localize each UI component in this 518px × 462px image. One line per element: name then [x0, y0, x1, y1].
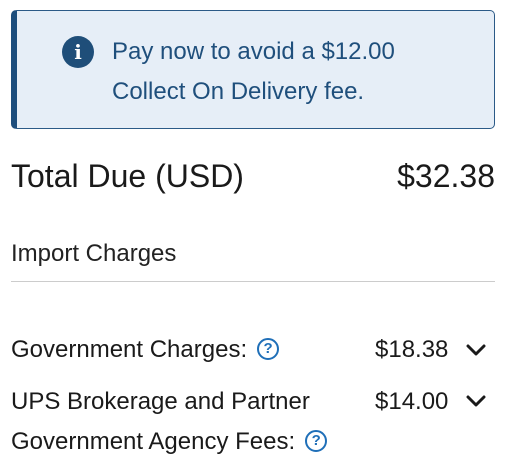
brokerage-fees-text-line-1: UPS Brokerage and Partner	[11, 388, 310, 415]
alert-line-2: Collect On Delivery fee.	[112, 78, 365, 105]
brokerage-fees-text-line-2: Government Agency Fees:	[11, 428, 296, 455]
total-due-label: Total Due (USD)	[11, 158, 244, 194]
government-charges-label: Government Charges:?	[11, 330, 280, 370]
section-divider	[11, 281, 495, 282]
government-charges-text: Government Charges:	[11, 336, 248, 363]
cod-fee-alert: i Pay now to avoid a $12.00 Collect On D…	[11, 10, 495, 129]
alert-line-1: Pay now to avoid a $12.00	[112, 38, 395, 65]
brokerage-fees-text-line-2-wrap: Government Agency Fees:?	[11, 422, 328, 462]
question-circle-icon[interactable]: ?	[257, 338, 280, 360]
info-icon: i	[62, 36, 94, 68]
brokerage-fees-amount: $14.00	[375, 388, 449, 415]
alert-message: Pay now to avoid a $12.00 Collect On Del…	[112, 32, 482, 112]
question-circle-icon[interactable]: ?	[305, 430, 328, 452]
government-charges-amount: $18.38	[375, 336, 449, 363]
chevron-down-icon[interactable]	[466, 343, 486, 357]
total-due-value: $32.38	[397, 158, 495, 194]
chevron-down-icon[interactable]	[466, 394, 486, 408]
brokerage-fees-label: UPS Brokerage and Partner Government Age…	[11, 382, 328, 462]
import-charges-heading: Import Charges	[11, 240, 177, 267]
